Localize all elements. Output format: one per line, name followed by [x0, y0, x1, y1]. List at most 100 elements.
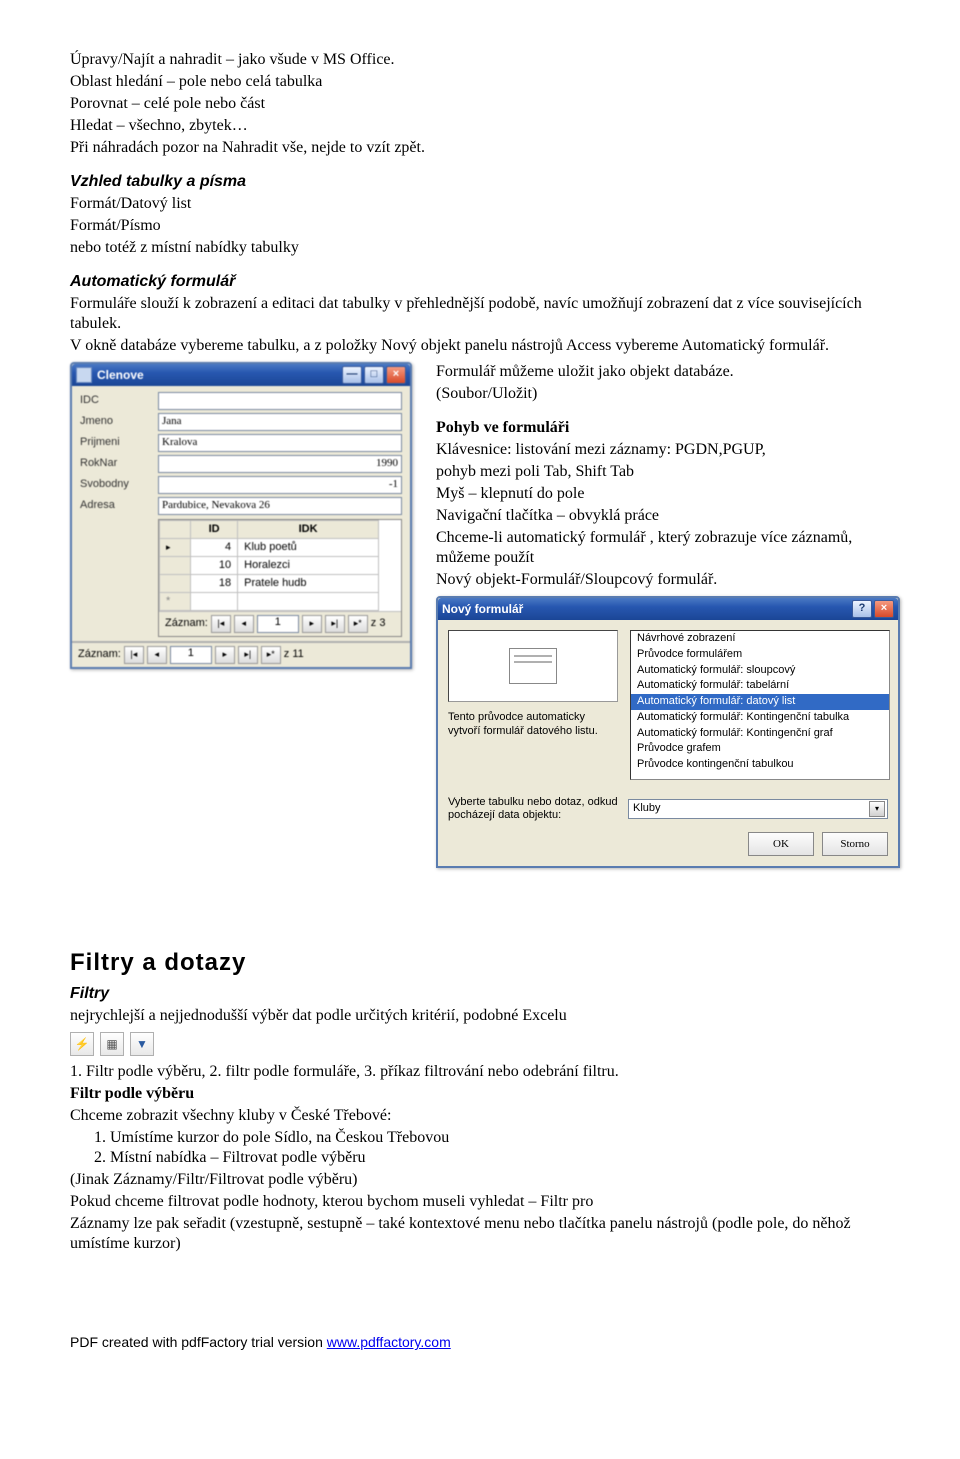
body-text: Navigační tlačítka – obvyklá práce [436, 506, 900, 526]
body-text: (Soubor/Uložit) [436, 384, 900, 404]
pdf-footer: PDF created with pdfFactory trial versio… [70, 1334, 900, 1352]
body-text: Chceme-li automatický formulář , který z… [436, 528, 900, 568]
nav-next-button[interactable]: ▸ [215, 646, 235, 664]
table-row[interactable]: 10 Horalezci [160, 557, 379, 575]
input-svobodny[interactable]: -1 [158, 476, 402, 494]
sub-heading-filters: Filtry [70, 984, 900, 1004]
nav-new-button[interactable]: ▸* [348, 615, 368, 633]
list-item[interactable]: Průvodce formulářem [631, 647, 889, 663]
list-item: Umístíme kurzor do pole Sídlo, na Českou… [110, 1128, 900, 1148]
heading-vzhled: Vzhled tabulky a písma [70, 172, 900, 192]
heading-filters: Filtry a dotazy [70, 948, 900, 978]
nav-first-button[interactable]: |◂ [211, 615, 231, 633]
filter-by-form-icon[interactable]: ▦ [100, 1032, 124, 1056]
cell[interactable]: Horalezci [238, 557, 379, 575]
filter-by-selection-icon[interactable]: ⚡ [70, 1032, 94, 1056]
wizard-titlebar[interactable]: Nový formulář ? × [438, 598, 898, 620]
list-item[interactable]: Automatický formulář: Kontingenční tabul… [631, 710, 889, 726]
minimize-button[interactable]: — [342, 366, 362, 384]
close-button[interactable]: × [874, 600, 894, 618]
label-adresa: Adresa [80, 499, 158, 513]
preview-icon [448, 630, 618, 702]
list-item[interactable]: Automatický formulář: Kontingenční graf [631, 726, 889, 742]
table-row[interactable]: 4 Klub poetů [160, 539, 379, 557]
col-idk[interactable]: IDK [238, 521, 379, 539]
cell[interactable]: Pratele hudb [238, 575, 379, 593]
body-text: Formát/Písmo [70, 216, 900, 236]
nav-next-button[interactable]: ▸ [302, 615, 322, 633]
input-prijmeni[interactable]: Kralova [158, 434, 402, 452]
label-svobodny: Svobodny [80, 478, 158, 492]
intro-line: Hledat – všechno, zbytek… [70, 116, 900, 136]
body-text: 1. Filtr podle výběru, 2. filtr podle fo… [70, 1062, 900, 1082]
row-selector-icon[interactable] [160, 539, 191, 557]
nav-new-button[interactable]: ▸* [261, 646, 281, 664]
list-item[interactable]: Automatický formulář: datový list [631, 694, 889, 710]
wizard-description: Tento průvodce automaticky vytvoří formu… [448, 710, 618, 739]
label-roknar: RokNar [80, 457, 158, 471]
input-roknar[interactable]: 1990 [158, 455, 402, 473]
body-text: nebo totéž z místní nabídky tabulky [70, 238, 900, 258]
body-text: Formuláře slouží k zobrazení a editaci d… [70, 294, 900, 334]
window-titlebar[interactable]: Clenove — □ × [72, 364, 410, 386]
body-text-bold: Filtr podle výběru [70, 1084, 900, 1104]
input-adresa[interactable]: Pardubice, Nevakova 26 [158, 497, 402, 515]
body-text: Pokud chceme filtrovat podle hodnoty, kt… [70, 1192, 900, 1212]
maximize-button[interactable]: □ [364, 366, 384, 384]
body-text: Klávesnice: listování mezi záznamy: PGDN… [436, 440, 900, 460]
nav-first-button[interactable]: |◂ [124, 646, 144, 664]
input-jmeno[interactable]: Jana [158, 413, 402, 431]
filter-toggle-icon[interactable]: ▼ [130, 1032, 154, 1056]
input-idc[interactable] [158, 392, 402, 410]
footer-link[interactable]: www.pdffactory.com [327, 1334, 451, 1350]
list-item[interactable]: Průvodce kontingenční tabulkou [631, 757, 889, 773]
footer-prefix: PDF created with pdfFactory trial versio… [70, 1334, 327, 1350]
intro-line: Oblast hledání – pole nebo celá tabulka [70, 72, 900, 92]
source-label: Vyberte tabulku nebo dotaz, odkud pocház… [448, 796, 618, 822]
body-text: pohyb mezi poli Tab, Shift Tab [436, 462, 900, 482]
table-row[interactable]: 18 Pratele hudb [160, 575, 379, 593]
body-text: V okně databáze vybereme tabulku, a z po… [70, 336, 900, 356]
ok-button[interactable]: OK [748, 832, 814, 856]
label-idc: IDC [80, 394, 158, 408]
body-text: Formulář můžeme uložit jako objekt datab… [436, 362, 900, 382]
help-button[interactable]: ? [852, 600, 872, 618]
cancel-button[interactable]: Storno [822, 832, 888, 856]
form-type-listbox[interactable]: Návrhové zobrazeníPrůvodce formulářemAut… [630, 630, 890, 780]
source-combobox[interactable]: Kluby ▾ [628, 799, 888, 819]
list-item: Místní nabídka – Filtrovat podle výběru [110, 1148, 900, 1168]
sub-heading: Pohyb ve formuláři [436, 418, 900, 438]
nav-record-input[interactable]: 1 [257, 615, 299, 633]
nav-total: z 11 [284, 648, 304, 662]
chevron-down-icon[interactable]: ▾ [869, 801, 885, 817]
nav-last-button[interactable]: ▸| [325, 615, 345, 633]
cell[interactable]: Klub poetů [238, 539, 379, 557]
row-selector-icon[interactable] [160, 557, 191, 575]
body-text: Myš – klepnutí do pole [436, 484, 900, 504]
list-item[interactable]: Automatický formulář: tabelární [631, 678, 889, 694]
list-item[interactable]: Průvodce grafem [631, 741, 889, 757]
close-button[interactable]: × [386, 366, 406, 384]
nav-label: Záznam: [78, 648, 121, 662]
cell[interactable]: 10 [191, 557, 238, 575]
subform-grid[interactable]: ID IDK 4 Klub poetů 10 Horalezci [158, 519, 402, 637]
cell[interactable]: 4 [191, 539, 238, 557]
row-selector-icon[interactable] [160, 575, 191, 593]
intro-line: Porovnat – celé pole nebo část [70, 94, 900, 114]
body-text: Formát/Datový list [70, 194, 900, 214]
nav-prev-button[interactable]: ◂ [147, 646, 167, 664]
body-text: Záznamy lze pak seřadit (vzestupně, sest… [70, 1214, 900, 1254]
body-text: nejrychlejší a nejjednodušší výběr dat p… [70, 1006, 900, 1026]
cell[interactable]: 18 [191, 575, 238, 593]
nav-last-button[interactable]: ▸| [238, 646, 258, 664]
nav-total: z 3 [371, 617, 386, 631]
nav-prev-button[interactable]: ◂ [234, 615, 254, 633]
list-item[interactable]: Automatický formulář: sloupcový [631, 663, 889, 679]
col-id[interactable]: ID [191, 521, 238, 539]
nav-record-input[interactable]: 1 [170, 646, 212, 664]
window-title: Clenove [97, 368, 144, 383]
body-text: Nový objekt-Formulář/Sloupcový formulář. [436, 570, 900, 590]
body-text: (Jinak Záznamy/Filtr/Filtrovat podle výb… [70, 1170, 900, 1190]
list-item[interactable]: Návrhové zobrazení [631, 631, 889, 647]
table-row-new[interactable]: * [160, 593, 379, 611]
